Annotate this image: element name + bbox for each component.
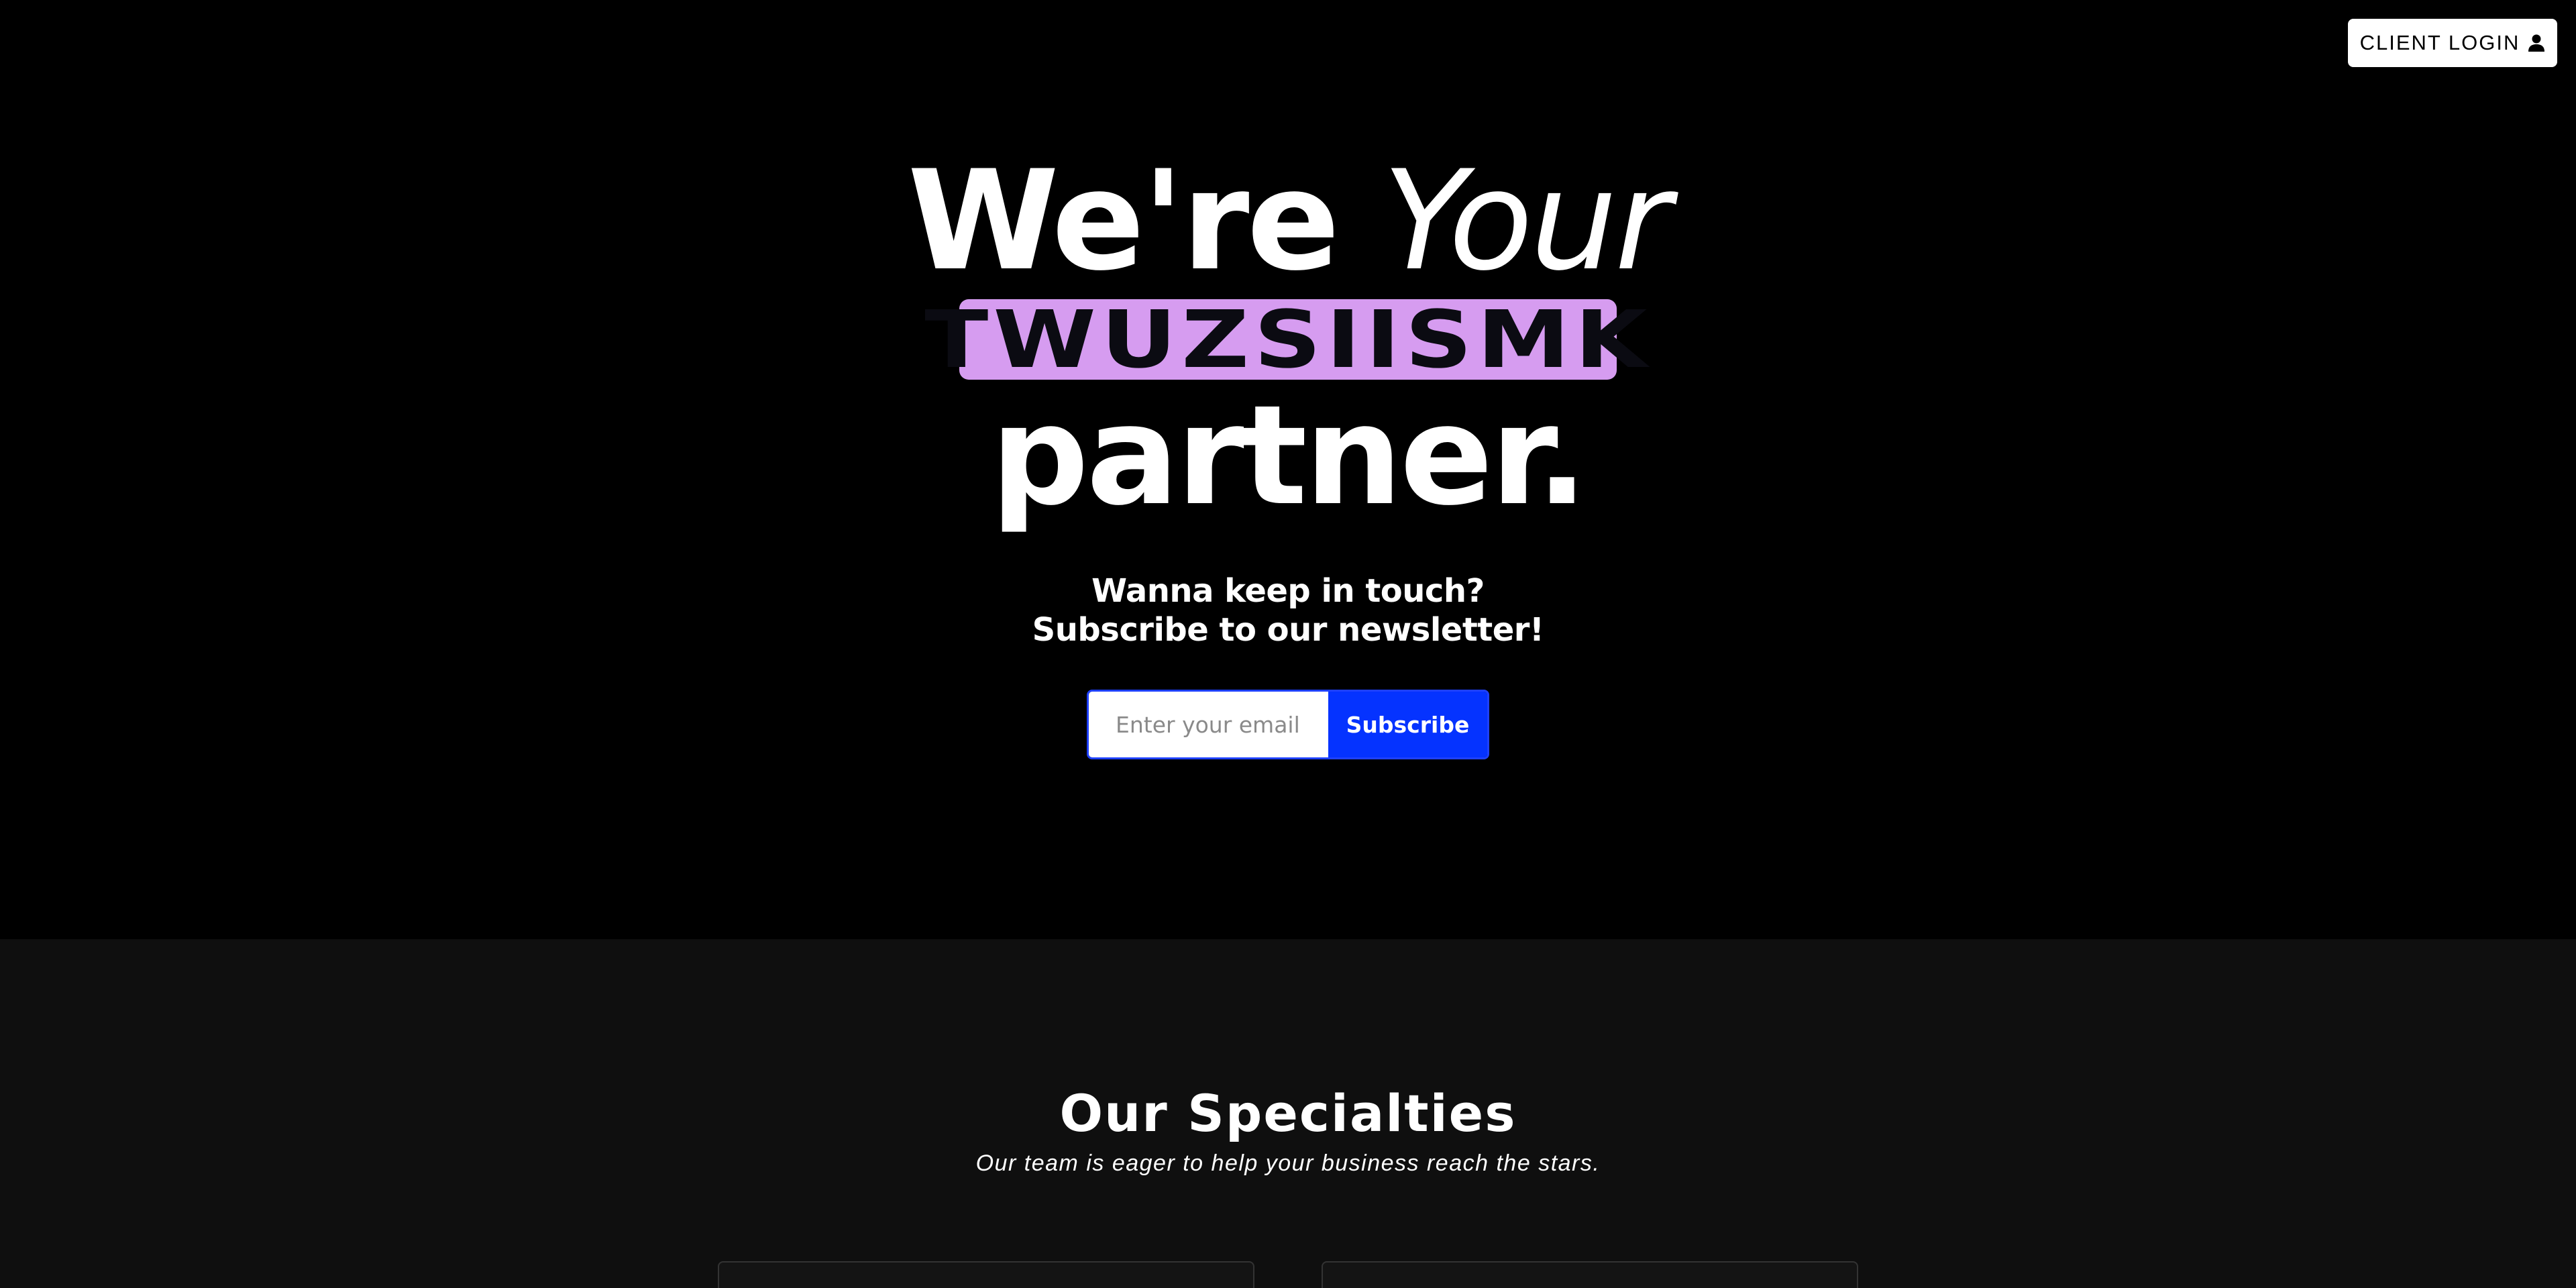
newsletter-prompt-line-2: Subscribe to our newsletter! [1032,611,1544,649]
hero-section: CLIENT LOGIN We're Your TWUZSIISMK partn… [0,0,2576,939]
specialties-subtitle: Our team is eager to help your business … [975,1150,1601,1176]
specialties-section: Our Specialties Our team is eager to hel… [0,939,2576,1288]
subscribe-button[interactable]: Subscribe [1328,692,1487,757]
headline-partner: partner. [990,376,1589,536]
client-login-button[interactable]: CLIENT LOGIN [2348,19,2557,67]
specialties-title: Our Specialties [1059,1083,1517,1143]
headline-line-1: We're Your [0,144,2576,299]
brand-name: TWUZSIISMK [924,293,1652,386]
newsletter-form: Subscribe [1087,690,1489,759]
client-login-label: CLIENT LOGIN [2359,31,2520,54]
user-icon [2528,34,2545,52]
specialty-card [1322,1261,1858,1288]
headline-were: We're [907,142,1340,301]
newsletter-prompt-line-1: Wanna keep in touch? [1091,572,1485,610]
page: CLIENT LOGIN We're Your TWUZSIISMK partn… [0,0,2576,1288]
headline-your: Your [1382,142,1671,301]
brand-highlight-pill: TWUZSIISMK [924,299,1647,380]
email-input[interactable] [1089,692,1328,757]
specialty-card [718,1261,1254,1288]
